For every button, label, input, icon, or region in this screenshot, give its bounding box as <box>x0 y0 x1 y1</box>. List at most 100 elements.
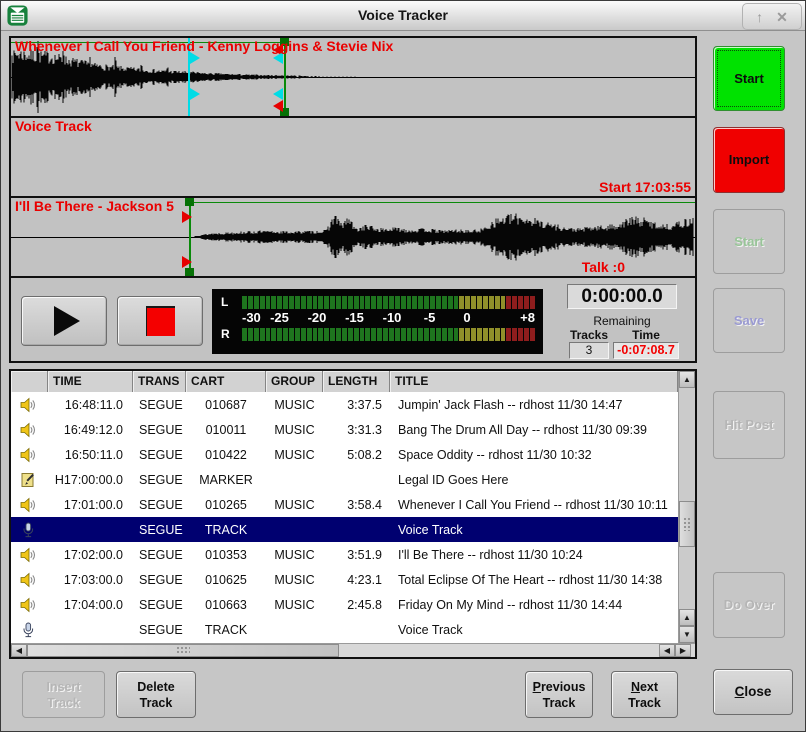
speaker-icon <box>11 447 48 463</box>
horizontal-scroll-thumb[interactable] <box>27 644 339 657</box>
previous-track-button[interactable]: Previous Track <box>525 671 593 718</box>
log-table: TIMETRANSCARTGROUPLENGTHTITLE 16:48:11.0… <box>9 369 697 659</box>
log-row[interactable]: 16:50:11.0SEGUE010422MUSIC5:08.2Space Od… <box>11 442 678 467</box>
cell-cart: MARKER <box>186 473 266 487</box>
cell-time: 17:04:00.0 <box>48 598 133 612</box>
log-row[interactable]: 17:04:00.0SEGUE010663MUSIC2:45.8Friday O… <box>11 592 678 617</box>
insert-track-button: Insert Track <box>22 671 105 718</box>
scroll-up-icon[interactable]: ▲ <box>679 609 695 626</box>
waveform-panel-track2[interactable]: I'll Be There - Jackson 5 Talk :0 <box>11 198 695 278</box>
scroll-up-icon[interactable]: ▲ <box>679 371 695 388</box>
column-header-length[interactable]: LENGTH <box>323 371 390 392</box>
log-row-selected[interactable]: SEGUETRACK Voice Track <box>11 517 678 542</box>
mic-icon <box>11 622 48 638</box>
cell-time: 17:03:00.0 <box>48 573 133 587</box>
cell-cart: TRACK <box>186 523 266 537</box>
window-controls: ↑ ✕ <box>742 3 802 30</box>
cell-title: Voice Track <box>390 523 678 537</box>
cell-title: Voice Track <box>390 623 678 637</box>
cell-time: 16:50:11.0 <box>48 448 133 462</box>
talk-end-marker-icon[interactable] <box>273 88 283 100</box>
cell-title: Space Oddity -- rdhost 11/30 10:32 <box>390 448 678 462</box>
scroll-left-icon[interactable]: ◀ <box>11 644 27 657</box>
log-row[interactable]: 17:01:00.0SEGUE010265MUSIC3:58.4Whenever… <box>11 492 678 517</box>
meter-tick: -30 <box>242 310 261 326</box>
meter-tick: -5 <box>424 310 436 326</box>
scroll-down-icon[interactable]: ▼ <box>679 626 695 643</box>
track2-title: I'll Be There - Jackson 5 <box>15 198 174 214</box>
track2-talk-label: Talk :0 <box>582 259 625 275</box>
waveform-panel-voicetrack[interactable]: Voice Track Start 17:03:55 <box>11 118 695 198</box>
close-window-icon[interactable]: ✕ <box>776 10 788 24</box>
meter-tick: -20 <box>308 310 327 326</box>
remaining-tracks-label: Tracks <box>567 328 611 342</box>
shade-window-icon[interactable]: ↑ <box>756 10 763 24</box>
remaining-tracks-value: 3 <box>569 342 609 359</box>
cell-cart: 010011 <box>186 423 266 437</box>
end-marker-icon[interactable] <box>273 100 283 112</box>
column-header-cart[interactable]: CART <box>186 371 266 392</box>
talk-marker-icon[interactable] <box>190 88 200 100</box>
cell-trans: SEGUE <box>133 398 186 412</box>
cell-time: 17:01:00.0 <box>48 498 133 512</box>
speaker-icon <box>11 497 48 513</box>
log-row[interactable]: 17:02:00.0SEGUE010353MUSIC3:51.9I'll Be … <box>11 542 678 567</box>
column-header-icon[interactable] <box>11 371 48 392</box>
log-row[interactable]: 16:49:12.0SEGUE010011MUSIC3:31.3Bang The… <box>11 417 678 442</box>
play-icon <box>54 306 80 336</box>
start-playback-button: Start <box>713 209 785 274</box>
column-header-title[interactable]: TITLE <box>390 371 678 392</box>
remaining-time-label: Time <box>623 328 669 342</box>
hit-post-button: Hit Post <box>713 391 785 459</box>
cell-length: 3:31.3 <box>323 423 390 437</box>
log-row[interactable]: 16:48:11.0SEGUE010687MUSIC3:37.5Jumpin' … <box>11 392 678 417</box>
meter-right-label: R <box>212 328 242 341</box>
column-header-time[interactable]: TIME <box>48 371 133 392</box>
next-track-button[interactable]: Next Track <box>611 671 678 718</box>
horizontal-scrollbar[interactable]: ◀ ◀ ▶ <box>11 643 695 657</box>
cell-group: MUSIC <box>266 598 323 612</box>
cell-time: 17:02:00.0 <box>48 548 133 562</box>
cell-cart: 010422 <box>186 448 266 462</box>
cell-trans: SEGUE <box>133 598 186 612</box>
cell-trans: SEGUE <box>133 498 186 512</box>
log-row[interactable]: H17:00:00.0SEGUEMARKERLegal ID Goes Here <box>11 467 678 492</box>
column-header-group[interactable]: GROUP <box>266 371 323 392</box>
log-row[interactable]: 17:03:00.0SEGUE010625MUSIC4:23.1Total Ec… <box>11 567 678 592</box>
track1-title: Whenever I Call You Friend - Kenny Loggi… <box>15 38 393 54</box>
cell-cart: 010353 <box>186 548 266 562</box>
titlebar: Voice Tracker ↑ ✕ <box>1 1 805 31</box>
waveform-panel-track1[interactable]: Whenever I Call You Friend - Kenny Loggi… <box>11 38 695 118</box>
audio-level-meter: L -30-25-20-15-10-50+8 R <box>212 289 543 354</box>
vertical-scroll-thumb[interactable] <box>679 501 695 547</box>
meter-tick: +8 <box>520 310 535 326</box>
import-button[interactable]: Import <box>713 127 785 193</box>
vertical-scrollbar[interactable]: ▲ ▲ ▼ <box>678 371 695 643</box>
meter-tick: 0 <box>463 310 470 326</box>
waveform-group: Whenever I Call You Friend - Kenny Loggi… <box>9 36 697 363</box>
column-header-trans[interactable]: TRANS <box>133 371 186 392</box>
speaker-icon <box>11 572 48 588</box>
cell-title: Jumpin' Jack Flash -- rdhost 11/30 14:47 <box>390 398 678 412</box>
cell-length: 3:58.4 <box>323 498 390 512</box>
track2-fade-line <box>189 202 695 203</box>
cell-title: Total Eclipse Of The Heart -- rdhost 11/… <box>390 573 678 587</box>
cell-cart: TRACK <box>186 623 266 637</box>
log-row[interactable]: SEGUETRACKVoice Track <box>11 617 678 642</box>
start-handle-icon[interactable] <box>185 268 194 276</box>
scroll-left-icon[interactable]: ◀ <box>659 644 675 657</box>
start-handle-icon[interactable] <box>185 198 194 206</box>
scroll-right-icon[interactable]: ▶ <box>675 644 691 657</box>
speaker-icon <box>11 547 48 563</box>
start-recording-button[interactable]: Start <box>713 46 785 111</box>
delete-track-button[interactable]: Delete Track <box>116 671 196 718</box>
close-button[interactable]: Close <box>713 669 793 715</box>
start-marker-icon[interactable] <box>182 256 192 268</box>
play-button[interactable] <box>21 296 107 346</box>
cell-trans: SEGUE <box>133 523 186 537</box>
cell-title: Friday On My Mind -- rdhost 11/30 14:44 <box>390 598 678 612</box>
save-button: Save <box>713 288 785 353</box>
stop-button[interactable] <box>117 296 203 346</box>
start-marker-icon[interactable] <box>182 211 192 223</box>
cell-group: MUSIC <box>266 573 323 587</box>
